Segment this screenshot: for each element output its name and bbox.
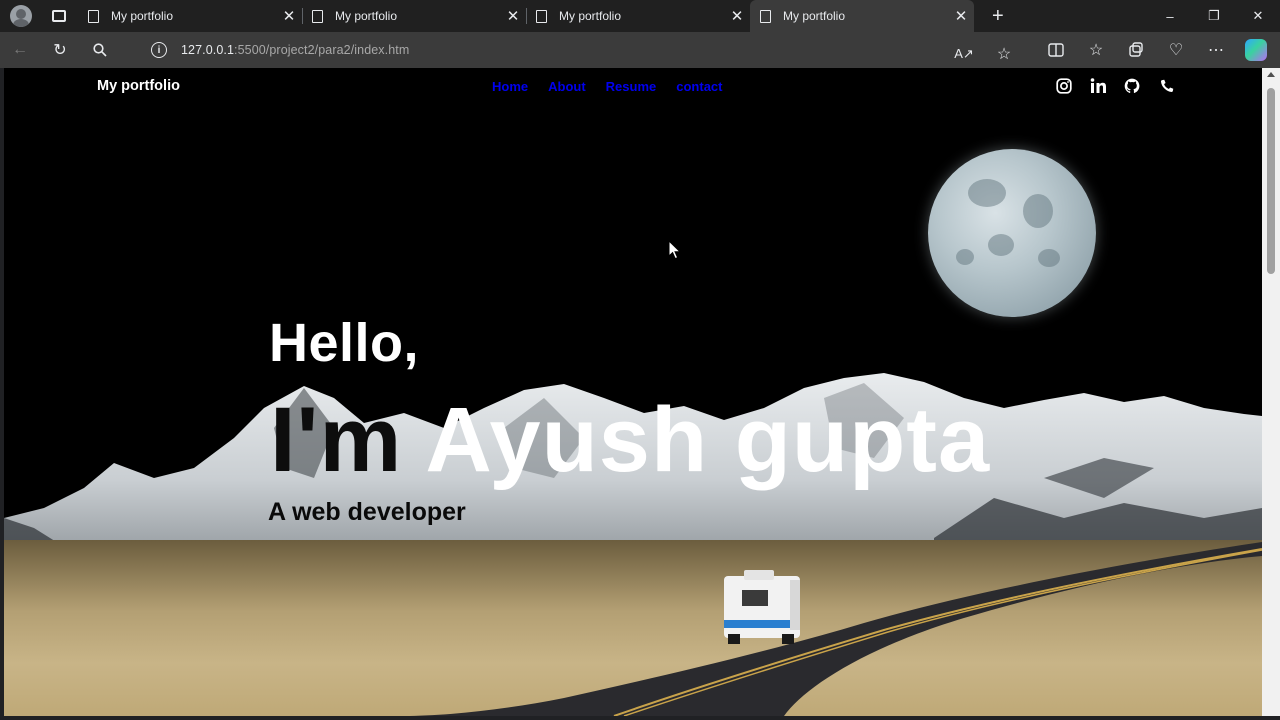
close-tab-icon[interactable]: ✕ <box>276 7 302 25</box>
site-info-icon[interactable]: i <box>151 42 167 58</box>
back-icon[interactable]: ← <box>0 32 40 68</box>
hero-name-line: I'm Ayush gupta <box>270 388 990 493</box>
hero-name: Ayush gupta <box>425 389 991 491</box>
nav-link-resume[interactable]: Resume <box>606 79 657 94</box>
browser-tab[interactable]: My portfolio ✕ <box>526 0 750 32</box>
github-icon[interactable] <box>1122 76 1142 96</box>
road-image <box>404 542 1262 716</box>
nav-link-contact[interactable]: contact <box>676 79 722 94</box>
tab-title: My portfolio <box>783 9 846 23</box>
page-icon <box>312 9 323 23</box>
close-window-icon[interactable]: ✕ <box>1236 0 1280 32</box>
new-tab-button[interactable]: + <box>992 0 1004 32</box>
browser-tab-active[interactable]: My portfolio ✕ <box>750 0 974 32</box>
browser-titlebar: My portfolio ✕ My portfolio ✕ My portfol… <box>0 0 1280 32</box>
profile-avatar[interactable] <box>10 5 32 27</box>
tab-title: My portfolio <box>335 9 398 23</box>
nav-link-about[interactable]: About <box>548 79 586 94</box>
window-controls: – ❐ ✕ <box>1148 0 1280 32</box>
address-bar[interactable]: i 127.0.0.1:5500/project2/para2/index.ht… <box>136 36 1024 64</box>
nav-link-home[interactable]: Home <box>492 79 528 94</box>
browser-tab[interactable]: My portfolio ✕ <box>78 0 302 32</box>
search-icon[interactable] <box>80 32 120 68</box>
hero-greeting: Hello, <box>269 313 420 373</box>
restore-icon[interactable]: ❐ <box>1192 0 1236 32</box>
page-icon <box>536 9 547 23</box>
tab-title: My portfolio <box>559 9 622 23</box>
linkedin-icon[interactable] <box>1088 76 1108 96</box>
url-text: 127.0.0.1:5500/project2/para2/index.htm <box>181 43 410 57</box>
tab-actions-icon[interactable] <box>52 10 66 22</box>
favorites-icon[interactable]: ☆ <box>1076 32 1116 68</box>
page-scrollbar[interactable] <box>1262 68 1280 716</box>
social-links <box>1054 76 1176 96</box>
toolbar-right: ☆ ♡ ⋯ <box>1036 32 1276 68</box>
reload-icon[interactable]: ↻ <box>40 32 80 68</box>
moon-image <box>928 149 1096 317</box>
close-tab-icon[interactable]: ✕ <box>948 7 974 25</box>
mouse-cursor-icon <box>668 240 682 260</box>
close-tab-icon[interactable]: ✕ <box>724 7 750 25</box>
phone-icon[interactable] <box>1156 76 1176 96</box>
tab-title: My portfolio <box>111 9 174 23</box>
hero-tagline: A web developer <box>268 498 466 526</box>
page-icon <box>88 9 99 23</box>
site-nav: Home About Resume contact <box>492 79 722 94</box>
browser-essentials-icon[interactable]: ♡ <box>1156 32 1196 68</box>
read-aloud-icon[interactable]: A↗ <box>944 36 984 72</box>
browser-tab[interactable]: My portfolio ✕ <box>302 0 526 32</box>
copilot-icon[interactable] <box>1245 39 1267 61</box>
close-tab-icon[interactable]: ✕ <box>500 7 526 25</box>
scrollbar-thumb[interactable] <box>1267 88 1275 274</box>
site-brand[interactable]: My portfolio <box>97 78 180 94</box>
motorhome-image <box>724 570 800 644</box>
hero-intro: I'm <box>270 389 403 491</box>
page-viewport: My portfolio Home About Resume contact H… <box>4 68 1262 716</box>
favorite-star-icon[interactable]: ☆ <box>984 36 1024 72</box>
instagram-icon[interactable] <box>1054 76 1074 96</box>
split-screen-icon[interactable] <box>1036 32 1076 68</box>
minimize-icon[interactable]: – <box>1148 0 1192 32</box>
browser-toolbar: ← ↻ i 127.0.0.1:5500/project2/para2/inde… <box>0 32 1280 68</box>
more-menu-icon[interactable]: ⋯ <box>1196 32 1236 68</box>
scroll-up-icon[interactable] <box>1267 72 1275 77</box>
page-icon <box>760 9 771 23</box>
collections-icon[interactable] <box>1116 32 1156 68</box>
